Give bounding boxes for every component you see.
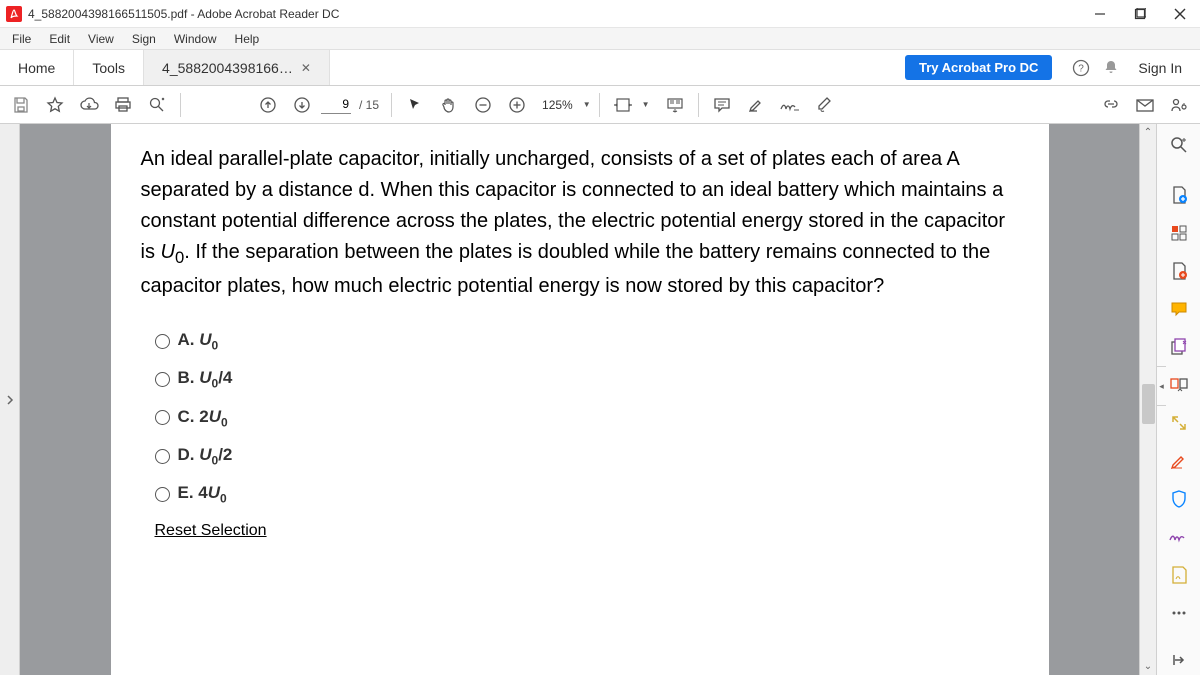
menu-sign[interactable]: Sign <box>124 30 164 48</box>
right-panel-collapse-icon[interactable]: ◂ <box>1156 366 1166 406</box>
edit-pdf-icon[interactable] <box>1163 256 1195 286</box>
zoom-dropdown-icon[interactable]: ▼ <box>583 100 591 109</box>
create-pdf-icon[interactable] <box>1163 218 1195 248</box>
fill-sign-icon[interactable] <box>1163 522 1195 552</box>
try-acrobat-pro-button[interactable]: Try Acrobat Pro DC <box>905 55 1052 80</box>
star-icon[interactable] <box>40 90 70 120</box>
page-number-input[interactable] <box>321 96 351 114</box>
page-down-icon[interactable] <box>287 90 317 120</box>
toolbar: / 15 125% ▼ ▼ <box>0 86 1200 124</box>
protect-icon[interactable] <box>1163 484 1195 514</box>
option-b[interactable]: B. U0/4 <box>155 368 1019 390</box>
tab-tools[interactable]: Tools <box>74 50 144 85</box>
bell-icon[interactable] <box>1102 59 1120 77</box>
tab-home-label: Home <box>18 60 55 76</box>
signature-icon[interactable] <box>775 90 805 120</box>
window-titlebar: 4_5882004398166511505.pdf - Adobe Acroba… <box>0 0 1200 28</box>
option-c-label: C. 2U0 <box>178 407 228 429</box>
pdf-page: An ideal parallel-plate capacitor, initi… <box>111 124 1049 675</box>
svg-text:?: ? <box>1079 63 1085 74</box>
tab-tools-label: Tools <box>92 60 125 76</box>
page-up-icon[interactable] <box>253 90 283 120</box>
tab-document-label: 4_5882004398166… <box>162 60 293 76</box>
menu-file[interactable]: File <box>4 30 39 48</box>
export-pdf-icon[interactable] <box>1163 180 1195 210</box>
menu-help[interactable]: Help <box>227 30 268 48</box>
minimize-button[interactable] <box>1080 0 1120 28</box>
share-link-icon[interactable] <box>1096 90 1126 120</box>
comment-tool-icon[interactable] <box>1163 294 1195 324</box>
comment-icon[interactable] <box>707 90 737 120</box>
option-a[interactable]: A. U0 <box>155 330 1019 352</box>
selection-tool-icon[interactable] <box>400 90 430 120</box>
redact-icon[interactable] <box>1163 446 1195 476</box>
option-b-label: B. U0/4 <box>178 368 233 390</box>
zoom-out-icon[interactable] <box>468 90 498 120</box>
maximize-button[interactable] <box>1120 0 1160 28</box>
radio-icon <box>155 372 170 387</box>
option-d-label: D. U0/2 <box>178 445 233 467</box>
menu-view[interactable]: View <box>80 30 122 48</box>
print-icon[interactable] <box>108 90 138 120</box>
organize-pages-icon[interactable] <box>1163 370 1195 400</box>
menu-edit[interactable]: Edit <box>41 30 78 48</box>
scroll-up-icon[interactable]: ⌃ <box>1140 124 1156 141</box>
zoom-in-icon[interactable] <box>502 90 532 120</box>
hand-tool-icon[interactable] <box>434 90 464 120</box>
save-icon[interactable] <box>6 90 36 120</box>
cloud-icon[interactable] <box>74 90 104 120</box>
read-mode-icon[interactable] <box>660 90 690 120</box>
expand-panel-icon[interactable] <box>1163 645 1195 675</box>
option-e-label: E. 4U0 <box>178 483 227 505</box>
search-tool-icon[interactable] <box>1163 130 1195 160</box>
option-e[interactable]: E. 4U0 <box>155 483 1019 505</box>
radio-icon <box>155 487 170 502</box>
try-acrobat-label: Try Acrobat Pro DC <box>919 60 1038 75</box>
combine-files-icon[interactable] <box>1163 332 1195 362</box>
radio-icon <box>155 410 170 425</box>
vertical-scrollbar[interactable]: ⌃ ⌄ <box>1139 124 1156 675</box>
search-icon[interactable] <box>142 90 172 120</box>
tab-close-icon[interactable]: ✕ <box>301 61 311 75</box>
option-c[interactable]: C. 2U0 <box>155 407 1019 429</box>
acrobat-app-icon <box>6 6 22 22</box>
window-title: 4_5882004398166511505.pdf - Adobe Acroba… <box>28 7 339 21</box>
right-tools-panel: ◂ <box>1156 124 1200 675</box>
reset-selection-link[interactable]: Reset Selection <box>155 522 1019 540</box>
radio-icon <box>155 449 170 464</box>
close-button[interactable] <box>1160 0 1200 28</box>
tabbar: Home Tools 4_5882004398166… ✕ Try Acroba… <box>0 50 1200 86</box>
answer-options: A. U0 B. U0/4 C. 2U0 D. U0/2 E. 4U0 <box>141 330 1019 506</box>
help-icon[interactable]: ? <box>1072 59 1090 77</box>
highlight-icon[interactable] <box>741 90 771 120</box>
more-tools-icon[interactable] <box>1163 598 1195 628</box>
share-people-icon[interactable] <box>1164 90 1194 120</box>
radio-icon <box>155 334 170 349</box>
question-text: An ideal parallel-plate capacitor, initi… <box>141 144 1019 302</box>
tab-document[interactable]: 4_5882004398166… ✕ <box>144 50 330 85</box>
compress-pdf-icon[interactable] <box>1163 408 1195 438</box>
menu-window[interactable]: Window <box>166 30 225 48</box>
scroll-down-icon[interactable]: ⌄ <box>1140 658 1156 675</box>
scroll-thumb[interactable] <box>1142 384 1155 424</box>
sign-in-button[interactable]: Sign In <box>1132 60 1188 76</box>
left-panel-toggle[interactable] <box>0 124 20 675</box>
fit-width-icon[interactable] <box>608 90 638 120</box>
tab-home[interactable]: Home <box>0 50 74 85</box>
menubar: File Edit View Sign Window Help <box>0 28 1200 50</box>
document-viewport[interactable]: An ideal parallel-plate capacitor, initi… <box>20 124 1139 675</box>
send-for-signature-icon[interactable] <box>1163 560 1195 590</box>
option-d[interactable]: D. U0/2 <box>155 445 1019 467</box>
fit-dropdown-icon[interactable]: ▼ <box>642 100 656 109</box>
email-icon[interactable] <box>1130 90 1160 120</box>
stamp-icon[interactable] <box>809 90 839 120</box>
page-total-label: / 15 <box>355 98 383 112</box>
option-a-label: A. U0 <box>178 330 219 352</box>
zoom-level[interactable]: 125% <box>536 98 579 112</box>
